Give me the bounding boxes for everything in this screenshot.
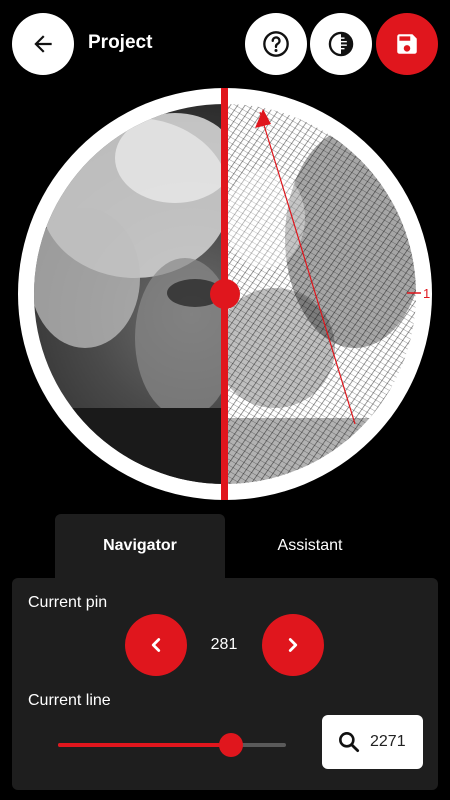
current-pin-value: 281 <box>210 636 238 653</box>
next-pin-button[interactable] <box>262 614 324 676</box>
navigator-panel: Current pin 281 Current line 2271 <box>12 578 438 790</box>
save-button[interactable] <box>376 13 438 75</box>
back-button[interactable] <box>12 13 74 75</box>
page-title: Project <box>88 32 153 53</box>
contrast-icon <box>328 31 354 57</box>
previous-pin-button[interactable] <box>125 614 187 676</box>
arrow-left-icon <box>34 35 52 53</box>
top-bar: Project <box>0 0 450 88</box>
line-search-field[interactable]: 2271 <box>322 715 423 769</box>
mode-tabs: Navigator Assistant <box>0 514 450 578</box>
help-button[interactable] <box>245 13 307 75</box>
pin-marker-label: 1 <box>423 286 430 301</box>
slider-thumb[interactable] <box>219 733 244 757</box>
contrast-button[interactable] <box>310 13 372 75</box>
current-line-label: Current line <box>28 692 111 709</box>
chevron-right-icon <box>288 638 298 652</box>
tab-navigator[interactable]: Navigator <box>55 514 225 578</box>
tab-assistant[interactable]: Assistant <box>225 514 395 578</box>
chevron-left-icon <box>151 638 161 652</box>
slider-fill <box>58 743 232 747</box>
split-handle-knob[interactable] <box>210 279 240 309</box>
current-pin-label: Current pin <box>28 594 108 611</box>
current-line-value: 2271 <box>370 733 406 750</box>
search-icon <box>339 732 360 753</box>
string-art-preview[interactable]: 1 <box>15 88 435 500</box>
save-icon <box>397 34 417 54</box>
help-circle-icon <box>263 31 289 57</box>
current-line-slider[interactable] <box>58 730 286 760</box>
